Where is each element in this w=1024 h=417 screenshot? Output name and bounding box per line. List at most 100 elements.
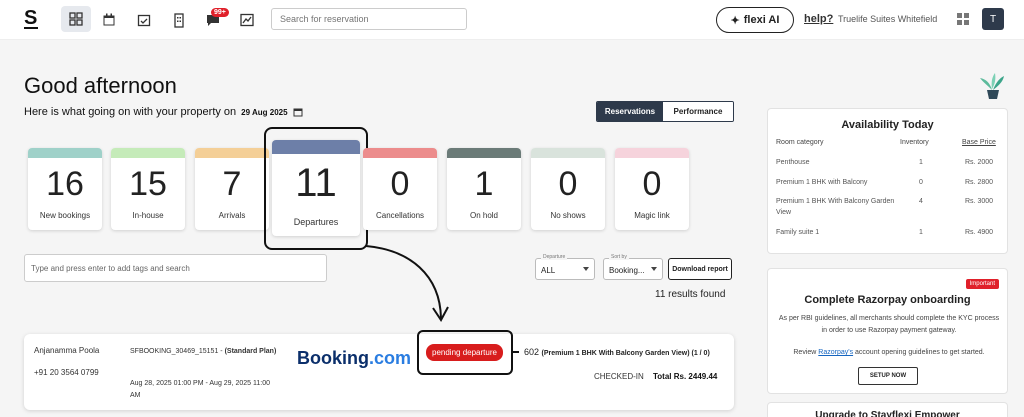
guest-phone: +91 20 3564 0799 bbox=[34, 368, 99, 377]
room-info: 602 (Premium 1 BHK With Balcony Garden V… bbox=[524, 347, 710, 357]
header-base-price[interactable]: Base Price bbox=[962, 139, 996, 146]
stat-card-no-shows[interactable]: 0 No shows bbox=[531, 148, 605, 230]
stat-strip bbox=[28, 148, 102, 158]
stat-value: 16 bbox=[46, 165, 84, 203]
row-inventory: 1 bbox=[919, 159, 923, 166]
sort-select[interactable]: Sort by Booking... bbox=[603, 254, 663, 280]
upgrade-panel-title: Upgrade to Stayflexi Empower bbox=[767, 402, 1008, 417]
download-report-button[interactable]: Download report bbox=[668, 258, 732, 280]
top-nav: S 99+ ✦ flexi AI help? Truelife Suites W… bbox=[0, 0, 1024, 40]
row-inventory: 1 bbox=[919, 229, 923, 236]
room-number: 602 bbox=[524, 347, 540, 357]
stat-card-arrivals[interactable]: 7 Arrivals bbox=[195, 148, 269, 230]
source-main: Booking bbox=[297, 348, 369, 368]
calendar-icon[interactable] bbox=[98, 10, 120, 30]
booking-plan: (Standard Plan) bbox=[224, 348, 277, 355]
row-category: Family suite 1 bbox=[776, 229, 820, 236]
stat-strip bbox=[447, 148, 521, 158]
availability-panel: Availability Today Room category Invento… bbox=[767, 108, 1008, 254]
total-value: Rs. 2449.44 bbox=[673, 372, 718, 381]
booking-dates: Aug 28, 2025 01:00 PM - Aug 29, 2025 11:… bbox=[130, 380, 270, 399]
apps-grid-icon[interactable] bbox=[957, 13, 969, 25]
stat-label: Magic link bbox=[634, 211, 670, 220]
stat-label: Cancellations bbox=[375, 211, 425, 220]
select-caption: Departure bbox=[541, 254, 568, 260]
row-category: Penthouse bbox=[776, 159, 810, 166]
subtitle-text: Here is what going on with your property… bbox=[24, 106, 237, 118]
departure-select[interactable]: Departure ALL bbox=[535, 254, 595, 280]
stat-strip bbox=[363, 148, 437, 158]
building-icon[interactable] bbox=[168, 10, 190, 30]
tag-search-input[interactable]: Type and press enter to add tags and sea… bbox=[24, 254, 327, 282]
logo[interactable]: S bbox=[24, 8, 38, 29]
availability-title: Availability Today bbox=[841, 119, 934, 131]
stat-label: New bookings bbox=[39, 211, 91, 220]
stat-value: 15 bbox=[129, 165, 167, 203]
razorpay-title: Complete Razorpay onboarding bbox=[804, 294, 971, 306]
plant-icon bbox=[980, 73, 1004, 99]
stat-label: On hold bbox=[469, 211, 499, 220]
row-price: Rs. 2800 bbox=[965, 179, 994, 186]
stat-card-cancellations[interactable]: 0 Cancellations bbox=[363, 148, 437, 230]
source-suffix: .com bbox=[369, 348, 412, 368]
page-title: Good afternoon bbox=[24, 73, 177, 98]
stat-strip bbox=[111, 148, 185, 158]
room-detail: (Premium 1 BHK With Balcony Garden View)… bbox=[541, 350, 710, 357]
row-inventory: 4 bbox=[919, 198, 923, 205]
tab-reservations[interactable]: Reservations bbox=[597, 102, 663, 121]
results-count: 11 results found bbox=[655, 289, 726, 300]
review-prefix: Review bbox=[793, 349, 819, 356]
setup-now-button[interactable]: SETUP NOW bbox=[858, 367, 918, 385]
booking-id: SFBOOKING_30469_15151 - (Standard Plan) bbox=[130, 346, 278, 358]
row-category: Premium 1 BHK with Balcony bbox=[776, 179, 868, 186]
stat-label: Arrivals bbox=[218, 211, 246, 220]
checkin-status: CHECKED-IN bbox=[594, 372, 644, 381]
stat-strip bbox=[195, 148, 269, 158]
page-subtitle: Here is what going on with your property… bbox=[24, 106, 303, 118]
help-link[interactable]: help? bbox=[804, 13, 833, 25]
stat-value: 7 bbox=[222, 165, 242, 203]
razorpay-review: Review Razorpay's account opening guidel… bbox=[778, 349, 1000, 356]
review-suffix: account opening guidelines to get starte… bbox=[853, 349, 985, 356]
row-inventory: 0 bbox=[919, 179, 923, 186]
row-category: Premium 1 BHK With Balcony Garden View bbox=[776, 198, 895, 216]
reservation-search-input[interactable] bbox=[271, 8, 467, 30]
calendar-icon[interactable] bbox=[293, 107, 303, 117]
flexi-ai-button[interactable]: ✦ flexi AI bbox=[716, 7, 794, 33]
tab-performance[interactable]: Performance bbox=[663, 102, 733, 121]
property-name[interactable]: Truelife Suites Whitefield bbox=[838, 14, 937, 24]
stat-strip bbox=[615, 148, 689, 158]
select-value: Booking... bbox=[609, 266, 645, 275]
avatar[interactable]: T bbox=[982, 8, 1004, 30]
highlight-box bbox=[417, 330, 513, 375]
chevron-down-icon bbox=[583, 267, 589, 271]
razorpay-panel: Important Complete Razorpay onboarding A… bbox=[767, 268, 1008, 394]
chart-icon[interactable] bbox=[236, 10, 258, 30]
stat-label: In-house bbox=[132, 211, 164, 220]
stat-value: 0 bbox=[390, 165, 410, 203]
header-inventory: Inventory bbox=[900, 139, 929, 146]
booking-total: Total Rs. 2449.44 bbox=[653, 372, 717, 381]
booking-card[interactable]: Anjanamma Poola +91 20 3564 0799 SFBOOKI… bbox=[24, 334, 734, 410]
total-label: Total bbox=[653, 372, 672, 381]
stat-value: 0 bbox=[558, 165, 578, 203]
stat-card-new-bookings[interactable]: 16 New bookings bbox=[28, 148, 102, 230]
stat-label: No shows bbox=[550, 211, 586, 220]
flexi-ai-label: flexi AI bbox=[743, 14, 780, 26]
stat-value: 0 bbox=[642, 165, 662, 203]
notification-badge: 99+ bbox=[211, 8, 229, 17]
stat-card-magic-link[interactable]: 0 Magic link bbox=[615, 148, 689, 230]
highlight-box bbox=[264, 127, 368, 250]
date-picker-value[interactable]: 29 Aug 2025 bbox=[241, 108, 287, 117]
stat-card-in-house[interactable]: 15 In-house bbox=[111, 148, 185, 230]
view-toggle: Reservations Performance bbox=[596, 101, 734, 122]
stat-card-on-hold[interactable]: 1 On hold bbox=[447, 148, 521, 230]
calendar-check-icon[interactable] bbox=[133, 10, 155, 30]
dashboard-icon[interactable] bbox=[61, 6, 91, 32]
stat-value: 1 bbox=[474, 165, 494, 203]
row-price: Rs. 3000 bbox=[965, 198, 994, 205]
select-value: ALL bbox=[541, 266, 556, 275]
stat-strip bbox=[531, 148, 605, 158]
razorpay-guidelines-link[interactable]: Razorpay's bbox=[818, 349, 853, 356]
booking-source-logo: Booking.com bbox=[297, 348, 411, 369]
